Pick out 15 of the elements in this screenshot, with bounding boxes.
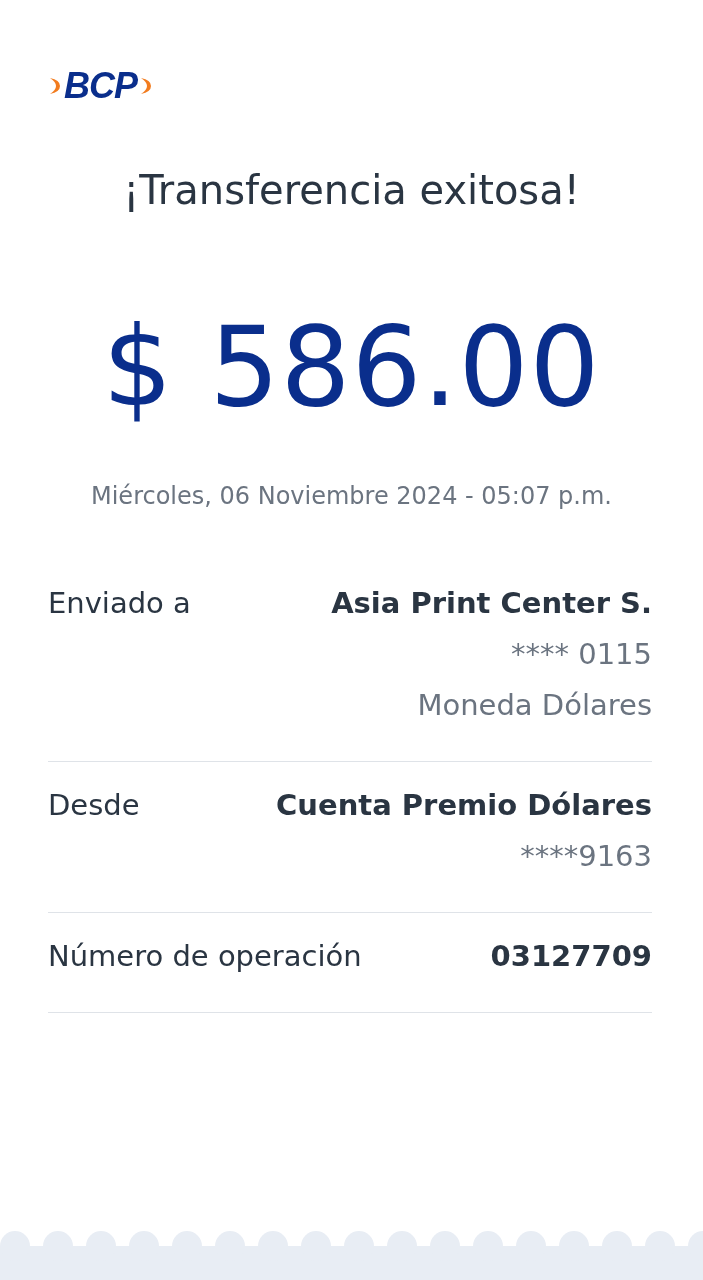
detail-value: **** 0115: [510, 636, 652, 673]
date-text: Miércoles, 06 Noviembre 2024 - 05:07 p.m.: [90, 482, 613, 510]
detail-value: 03127709: [490, 938, 652, 975]
detail-label: Número de operación: [48, 938, 362, 975]
detail-label: Enviado a: [48, 585, 191, 622]
chevron-icon: [48, 76, 62, 96]
detail-value: ****9163: [520, 838, 652, 875]
detail-value: Asia Print Center S.: [331, 585, 652, 622]
amount: $ 586.00: [101, 302, 602, 432]
success-title: ¡Transferencia exitosa!: [122, 166, 581, 215]
chevron-icon: [139, 76, 153, 96]
detail-value: Moneda Dólares: [417, 687, 652, 724]
detail-label: Desde: [48, 787, 140, 824]
logo-text: BCP: [64, 68, 137, 104]
detail-value: Cuenta Premio Dólares: [276, 787, 652, 824]
